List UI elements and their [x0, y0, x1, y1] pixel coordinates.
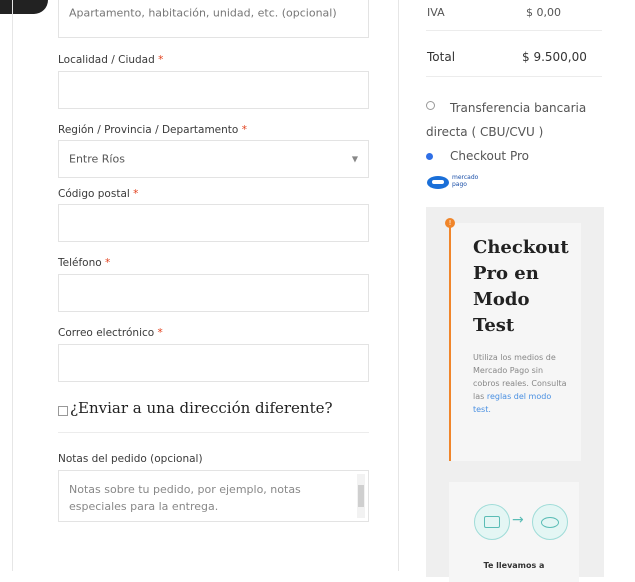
- total-label: Total: [427, 50, 456, 64]
- checkout-pro-label[interactable]: Checkout Pro: [450, 149, 529, 163]
- notice-text: Utiliza los medios de Mercado Pago sin c…: [473, 353, 567, 414]
- apartment-input[interactable]: Apartamento, habitación, unidad, etc. (o…: [58, 0, 369, 38]
- redirect-text: Te llevamos a: [483, 561, 545, 570]
- locality-label: Localidad / Ciudad *: [58, 54, 164, 66]
- email-label: Correo electrónico *: [58, 327, 163, 339]
- test-rules-link[interactable]: reglas del modo test.: [473, 392, 551, 414]
- summary-divider-2: [426, 76, 602, 77]
- right-column-border: [398, 0, 399, 571]
- mercado-pago-logo: mercado pago: [427, 173, 497, 193]
- phone-input[interactable]: [58, 274, 369, 312]
- phone-label: Teléfono *: [58, 257, 111, 269]
- top-left-dark-shape: [0, 0, 48, 14]
- test-mode-notice: ! Checkout Pro en Modo Test Utiliza los …: [445, 218, 581, 461]
- region-label: Región / Provincia / Departamento *: [58, 124, 247, 136]
- postal-input[interactable]: [58, 204, 369, 242]
- notice-title: Checkout Pro en Modo Test: [473, 237, 569, 336]
- textarea-scrollbar[interactable]: [357, 474, 365, 518]
- notes-textarea[interactable]: Notas sobre tu pedido, por ejemplo, nota…: [58, 470, 369, 522]
- summary-divider-1: [426, 30, 602, 31]
- mercado-pago-circle-icon: [532, 504, 568, 540]
- payment-box: ! Checkout Pro en Modo Test Utiliza los …: [426, 207, 604, 582]
- email-input[interactable]: [58, 344, 369, 382]
- total-value: $ 9.500,00: [522, 50, 587, 64]
- partial-row-value: $ 0,00: [526, 6, 561, 19]
- notes-placeholder: Notas sobre tu pedido, por ejemplo, nota…: [69, 483, 301, 513]
- chevron-down-icon: ▼: [351, 154, 358, 164]
- partial-row-label: IVA: [427, 6, 445, 19]
- left-column-border: [12, 0, 13, 571]
- notes-label: Notas del pedido (opcional): [58, 453, 203, 465]
- arrow-right-icon: →: [512, 512, 524, 528]
- region-select[interactable]: Entre Ríos ▼: [58, 140, 369, 178]
- handshake-icon: [427, 176, 449, 189]
- ship-different-label[interactable]: ¿Enviar a una dirección diferente?: [70, 399, 333, 417]
- checkout-pro-radio[interactable]: [426, 153, 433, 160]
- warning-icon: !: [445, 218, 455, 228]
- bank-transfer-label[interactable]: Transferencia bancaria directa ( CBU/CVU…: [426, 96, 606, 144]
- redirect-card: → Te llevamos a: [449, 482, 579, 582]
- locality-input[interactable]: [58, 71, 369, 109]
- postal-label: Código postal *: [58, 188, 139, 200]
- ship-different-checkbox[interactable]: [58, 406, 68, 416]
- ship-divider: [58, 432, 369, 433]
- screen-icon: [474, 504, 510, 540]
